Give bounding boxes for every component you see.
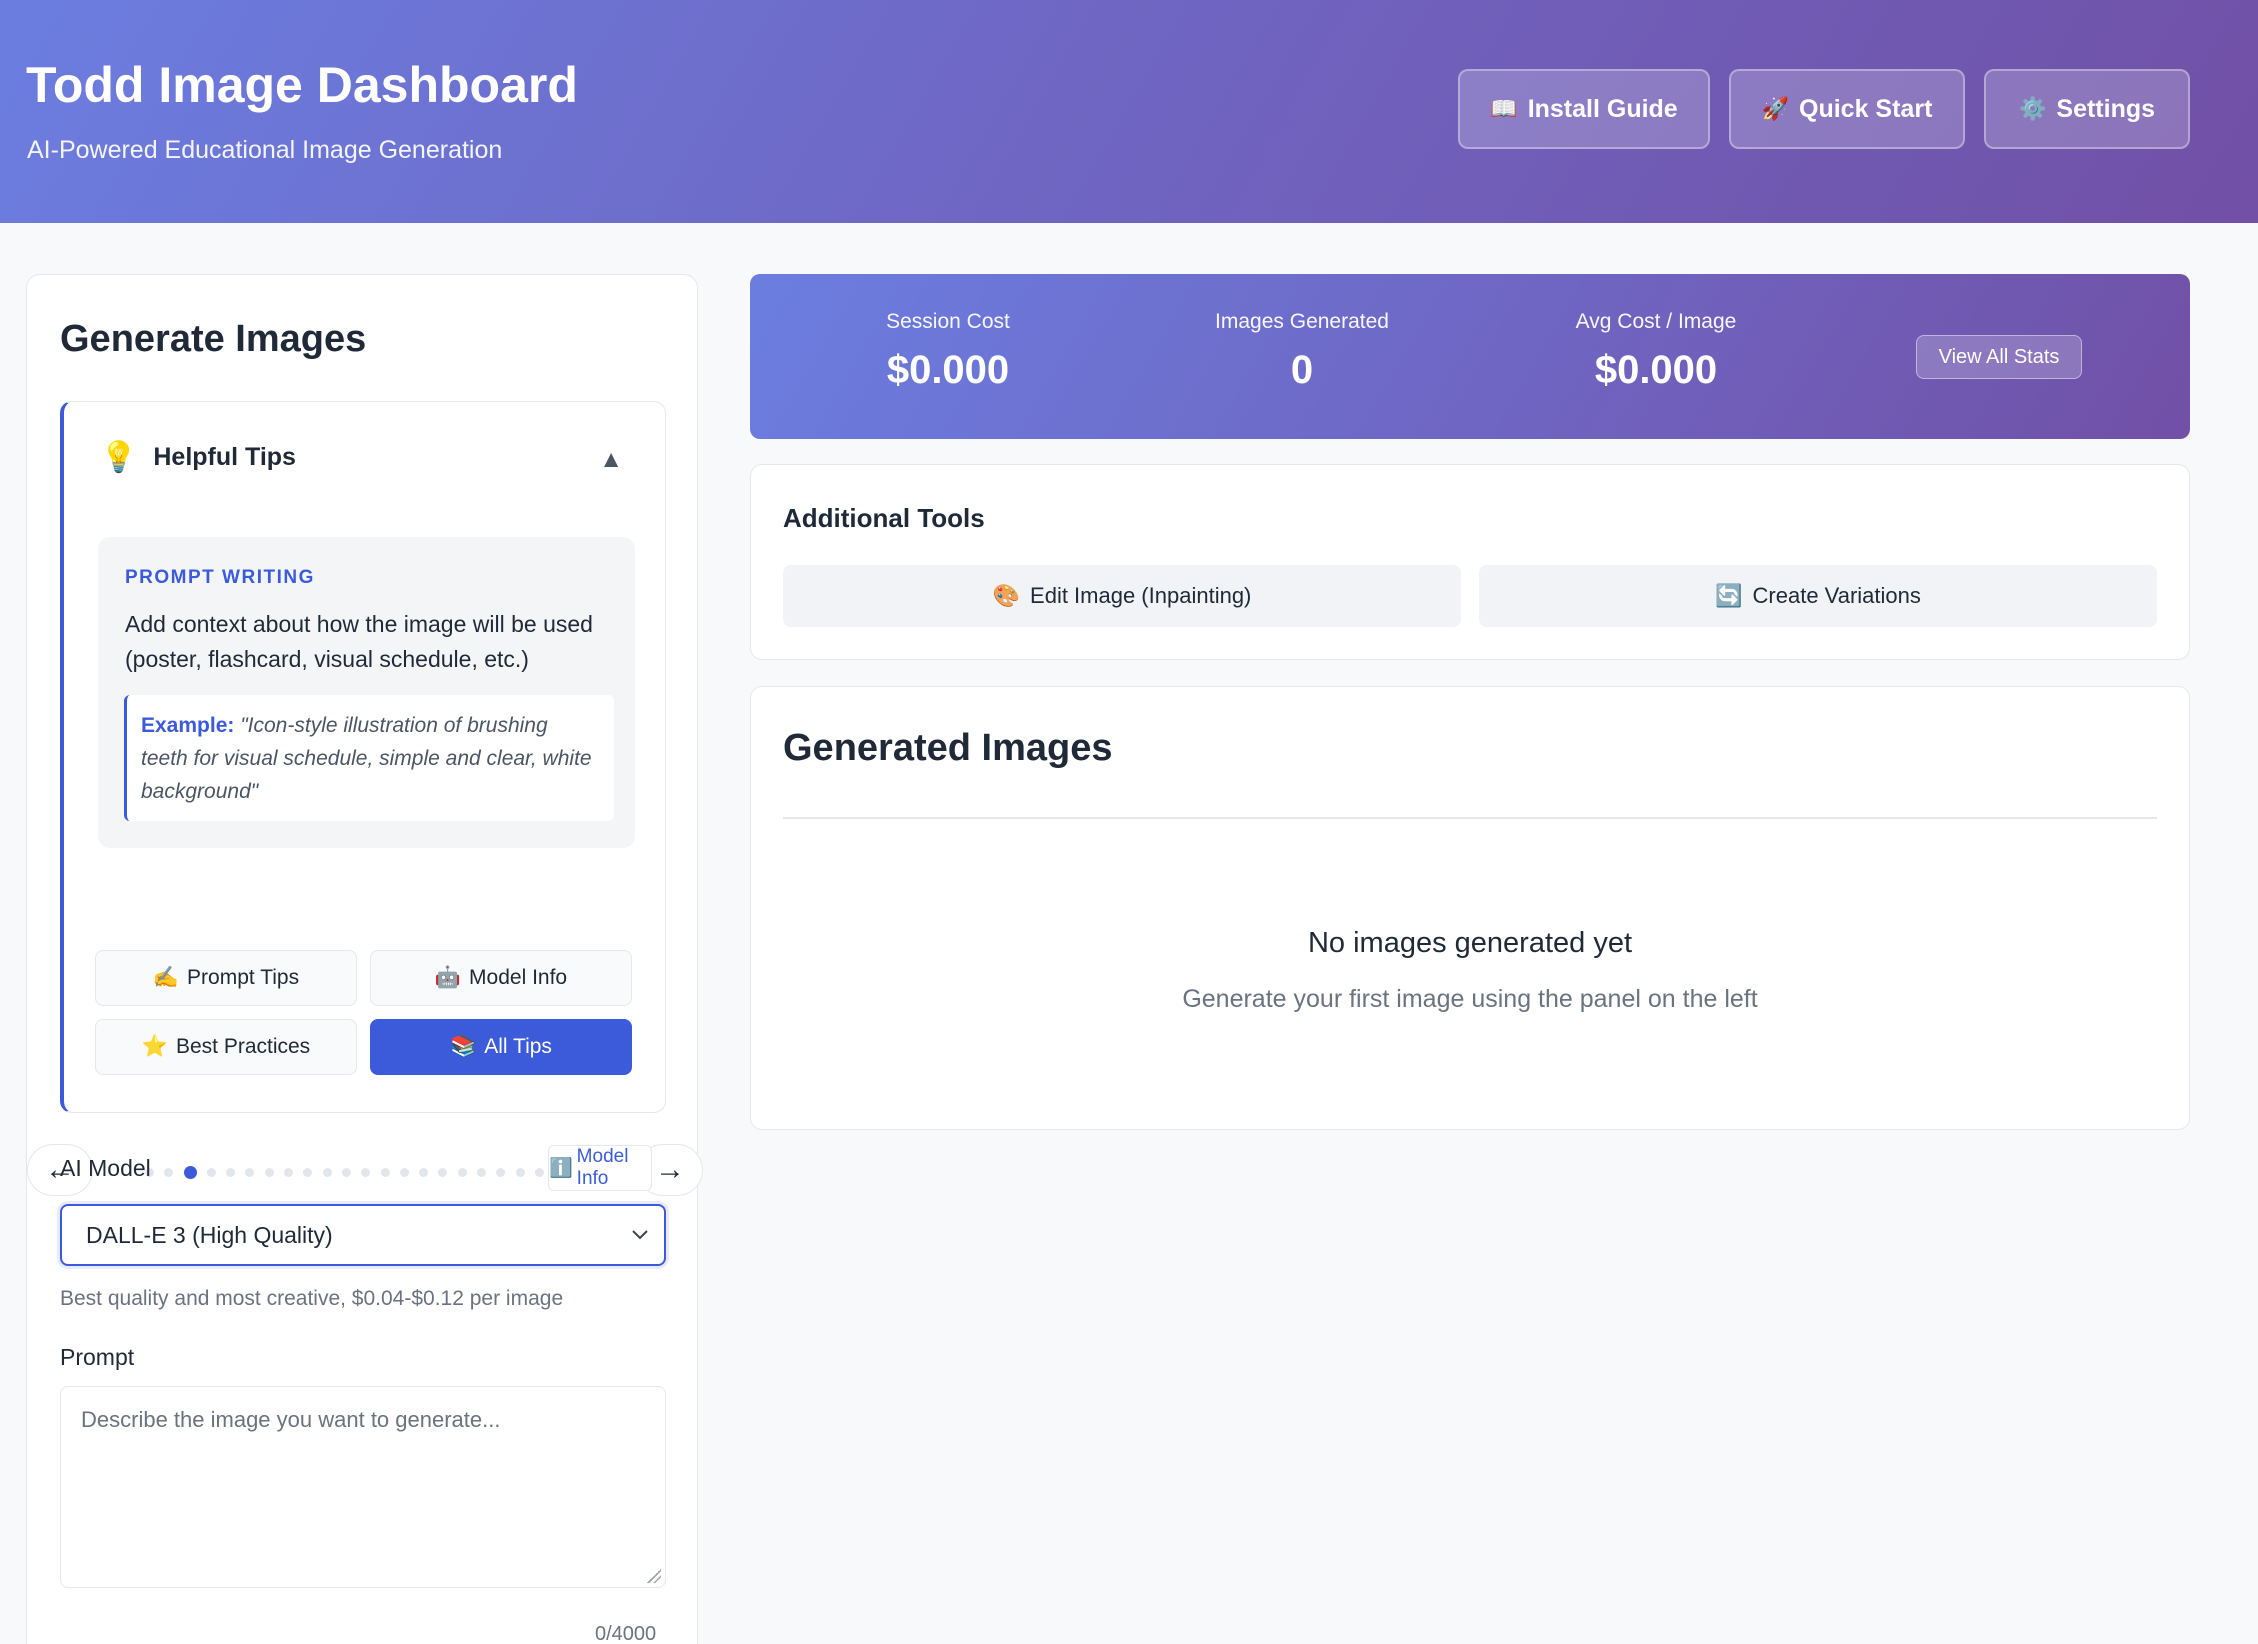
stat-label: Session Cost — [886, 310, 1010, 333]
refresh-icon: 🔄 — [1715, 583, 1743, 608]
session-stats: Session Cost $0.000 Images Generated 0 A… — [750, 274, 2190, 439]
gear-icon: ⚙️ — [2018, 96, 2047, 121]
pagination-dot[interactable] — [515, 1168, 525, 1177]
generate-panel: Generate Images 💡 Helpful Tips ▲ PROMPT … — [26, 274, 703, 1644]
book-icon: 📖 — [1490, 96, 1518, 121]
stat-value: $0.000 — [1594, 348, 1718, 392]
pagination-dot[interactable] — [361, 1168, 371, 1177]
books-icon: 📚 — [450, 1035, 477, 1058]
tip-example: Example: "Icon-style illustration of bru… — [124, 695, 614, 821]
edit-image-label: Edit Image (Inpainting) — [1030, 583, 1252, 608]
panel-title: Generate Images — [60, 318, 367, 360]
stat-avg-cost: Avg Cost / Image $0.000 — [1526, 310, 1786, 393]
ai-model-label: AI Model — [60, 1155, 151, 1181]
pagination-dot[interactable] — [183, 1166, 197, 1179]
prompt-placeholder: Describe the image you want to generate.… — [81, 1407, 501, 1432]
install-guide-button[interactable]: 📖 Install Guide — [1458, 69, 1710, 149]
empty-state-subtitle: Generate your first image using the pane… — [1182, 985, 1758, 1013]
pagination-dot[interactable] — [303, 1168, 313, 1177]
pagination-dot[interactable] — [341, 1168, 351, 1177]
pagination-dot[interactable] — [322, 1168, 332, 1177]
rocket-icon: 🚀 — [1761, 96, 1790, 121]
tips-header-label: Helpful Tips — [153, 443, 296, 471]
robot-icon: 🤖 — [434, 966, 462, 989]
install-guide-label: Install Guide — [1527, 94, 1678, 123]
pagination-dot[interactable] — [226, 1168, 236, 1177]
app-subtitle: AI-Powered Educational Image Generation — [27, 136, 503, 164]
ai-model-select[interactable]: DALL-E 3 (High Quality) — [60, 1204, 666, 1266]
lightbulb-icon: 💡 — [100, 441, 138, 474]
settings-button[interactable]: ⚙️ Settings — [1984, 69, 2190, 149]
create-variations-label: Create Variations — [1752, 583, 1921, 608]
best-practices-button[interactable]: ⭐ Best Practices — [95, 1019, 357, 1075]
tip-text: Add context about how the image will be … — [125, 611, 593, 672]
writing-hand-icon: ✍️ — [152, 966, 180, 989]
tip-category: PROMPT WRITING — [125, 567, 315, 588]
ai-model-selected: DALL-E 3 (High Quality) — [86, 1221, 333, 1248]
pagination-dot[interactable] — [380, 1168, 390, 1177]
resize-handle[interactable] — [647, 1569, 661, 1583]
quick-start-button[interactable]: 🚀 Quick Start — [1729, 69, 1965, 149]
model-info-label: Model Info — [576, 1146, 629, 1189]
tools-title: Additional Tools — [783, 503, 985, 533]
stat-value: $0.000 — [886, 348, 1010, 392]
tip-content: PROMPT WRITING Add context about how the… — [98, 537, 635, 848]
pagination-dot[interactable] — [457, 1168, 467, 1177]
pagination-dot[interactable] — [264, 1168, 274, 1177]
pagination-dot[interactable] — [496, 1168, 506, 1177]
chevron-down-icon — [630, 1224, 650, 1250]
info-icon: ℹ️ — [549, 1158, 573, 1179]
best-practices-label: Best Practices — [175, 1035, 311, 1058]
pagination-dot[interactable] — [477, 1168, 487, 1177]
prompt-char-counter: 0/4000 — [595, 1623, 657, 1644]
pagination-dot[interactable] — [399, 1168, 409, 1177]
edit-image-button[interactable]: 🎨 Edit Image (Inpainting) — [783, 565, 1461, 627]
palette-icon: 🎨 — [992, 583, 1021, 608]
stat-label: Images Generated — [1215, 310, 1389, 333]
model-hint: Best quality and most creative, $0.04-$0… — [60, 1287, 564, 1310]
pagination-dot[interactable] — [206, 1168, 216, 1177]
model-info-tips-button[interactable]: 🤖 Model Info — [370, 950, 632, 1006]
stat-images-generated: Images Generated 0 — [1172, 310, 1432, 393]
collapse-icon[interactable]: ▲ — [599, 446, 623, 474]
stat-session-cost: Session Cost $0.000 — [818, 310, 1078, 393]
prompt-textarea[interactable]: Describe the image you want to generate.… — [60, 1386, 666, 1588]
all-tips-button[interactable]: 📚 All Tips — [370, 1019, 632, 1075]
star-icon: ⭐ — [141, 1035, 168, 1058]
pagination-dot[interactable] — [438, 1168, 448, 1177]
additional-tools-card: Additional Tools 🎨 Edit Image (Inpaintin… — [750, 464, 2190, 660]
arrow-right-icon: → — [655, 1153, 685, 1186]
pagination-dot[interactable] — [245, 1168, 255, 1177]
view-all-stats-button[interactable]: View All Stats — [1916, 335, 2082, 379]
empty-state-title: No images generated yet — [1307, 927, 1633, 959]
app-title: Todd Image Dashboard — [26, 57, 578, 113]
model-info-button[interactable]: ℹ️ Model Info — [548, 1145, 652, 1191]
model-info-tips-label: Model Info — [469, 966, 568, 989]
settings-label: Settings — [2056, 94, 2156, 123]
generated-images-title: Generated Images — [783, 727, 1113, 769]
stat-value: 0 — [1290, 348, 1314, 392]
tips-header[interactable]: 💡 Helpful Tips — [100, 440, 296, 475]
prompt-tips-label: Prompt Tips — [187, 966, 300, 989]
pagination-dot[interactable] — [419, 1168, 429, 1177]
helpful-tips-card: 💡 Helpful Tips ▲ PROMPT WRITING Add cont… — [60, 401, 666, 1113]
app-header: Todd Image Dashboard AI-Powered Educatio… — [0, 0, 2258, 223]
pagination-dot[interactable] — [284, 1168, 294, 1177]
pagination-dot[interactable] — [164, 1168, 174, 1177]
divider — [783, 817, 2157, 819]
example-label: Example: — [141, 714, 235, 737]
quick-start-label: Quick Start — [1799, 94, 1933, 123]
prompt-tips-button[interactable]: ✍️ Prompt Tips — [95, 950, 357, 1006]
prompt-label: Prompt — [60, 1344, 135, 1370]
create-variations-button[interactable]: 🔄 Create Variations — [1479, 565, 2157, 627]
all-tips-label: All Tips — [484, 1035, 552, 1058]
pagination-dot[interactable] — [534, 1168, 544, 1177]
stat-label: Avg Cost / Image — [1575, 310, 1737, 333]
generated-images-card: Generated Images No images generated yet… — [750, 686, 2190, 1130]
